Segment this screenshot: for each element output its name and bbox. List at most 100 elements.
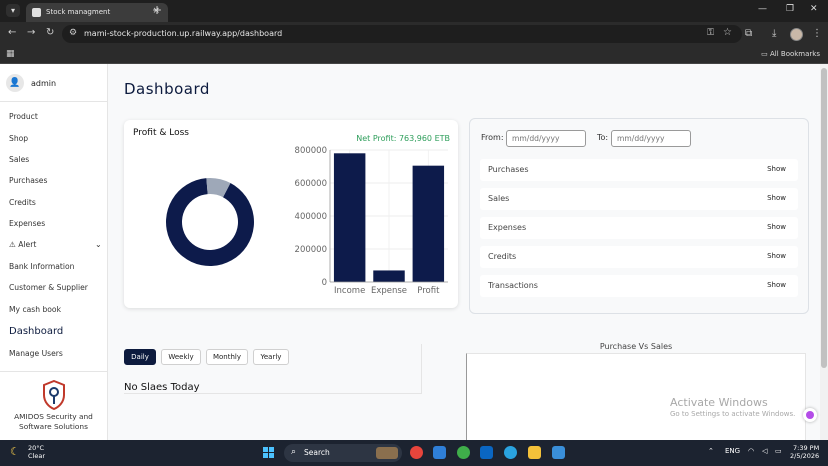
y-tick-label: 800000: [295, 146, 327, 156]
profile-avatar[interactable]: [790, 28, 803, 41]
page-scrollbar[interactable]: [820, 64, 828, 440]
period-monthly-button[interactable]: Monthly: [206, 349, 248, 365]
photos-icon[interactable]: [552, 446, 565, 459]
profit-loss-donut-chart: [166, 178, 254, 266]
y-tick-label: 400000: [295, 212, 327, 222]
sidebar-item-purchases[interactable]: Purchases: [9, 176, 47, 185]
sidebar-item-shop[interactable]: Shop: [9, 134, 28, 143]
window-close-icon[interactable]: ✕: [810, 4, 818, 14]
scrollbar-thumb[interactable]: [821, 68, 827, 368]
from-date-input[interactable]: [506, 130, 586, 147]
report-row-label: Transactions: [488, 281, 538, 290]
sidebar-item-dashboard[interactable]: Dashboard: [9, 326, 63, 337]
show-purchases-button[interactable]: Show: [767, 165, 786, 173]
x-tick-label: Expense: [371, 286, 407, 296]
sidebar-item-alert[interactable]: ⚠ Alert: [9, 240, 36, 249]
search-icon: ⌕: [291, 447, 297, 457]
reload-icon[interactable]: ↻: [46, 27, 54, 38]
new-tab-icon[interactable]: +: [152, 3, 162, 17]
show-transactions-button[interactable]: Show: [767, 281, 786, 289]
show-sales-button[interactable]: Show: [767, 194, 786, 202]
bar-income: [333, 153, 366, 282]
forward-icon[interactable]: →: [27, 27, 35, 38]
period-daily-button[interactable]: Daily: [124, 349, 156, 365]
bar-profit: [412, 165, 445, 282]
all-bookmarks-label: All Bookmarks: [769, 50, 820, 58]
moon-icon: ☾: [10, 445, 20, 458]
sidebar-item-sales[interactable]: Sales: [9, 155, 29, 164]
sidebar-item-product[interactable]: Product: [9, 112, 38, 121]
browser-tab[interactable]: Stock managment ×: [26, 3, 168, 22]
extensions-icon[interactable]: ⧉: [745, 28, 752, 39]
company-logo-icon: [43, 380, 65, 410]
password-key-icon[interactable]: ⚿: [707, 28, 714, 38]
apps-grid-icon[interactable]: ▦: [6, 49, 15, 59]
volume-icon[interactable]: ◁: [762, 447, 767, 455]
taskbar-search-label: Search: [304, 448, 330, 457]
sidebar-item-expenses[interactable]: Expenses: [9, 219, 45, 228]
sidebar-divider: [0, 101, 107, 102]
alert-icon: ⚠: [9, 240, 16, 249]
period-weekly-button[interactable]: Weekly: [161, 349, 201, 365]
sidebar-item-credits[interactable]: Credits: [9, 198, 36, 207]
all-bookmarks[interactable]: ▭ All Bookmarks: [761, 50, 820, 58]
url-field[interactable]: ⚙ mami-stock-production.up.railway.app/d…: [62, 25, 742, 43]
site-info-icon[interactable]: ⚙: [69, 28, 77, 38]
back-icon[interactable]: ←: [8, 27, 16, 38]
telegram-icon[interactable]: [504, 446, 517, 459]
node-icon[interactable]: [457, 446, 470, 459]
battery-icon[interactable]: ▭: [775, 447, 782, 455]
user-icon: 👤: [6, 74, 24, 92]
sales-period-panel: Daily Weekly Monthly Yearly No Slaes Tod…: [124, 344, 422, 394]
minimize-icon[interactable]: —: [758, 4, 767, 14]
tray-chevron-icon[interactable]: ⌃: [708, 447, 714, 455]
taskbar-search[interactable]: ⌕ Search: [284, 444, 402, 462]
linkedin-icon[interactable]: [480, 446, 493, 459]
taskbar-clock[interactable]: 7:39 PM 2/5/2026: [790, 444, 819, 460]
net-profit: Net Profit: 763,960 ETB: [356, 134, 450, 143]
menu-icon[interactable]: ⋮: [812, 28, 822, 39]
sidebar-item-manage-users[interactable]: Manage Users: [9, 349, 63, 358]
show-credits-button[interactable]: Show: [767, 252, 786, 260]
language-indicator[interactable]: ENG: [725, 447, 740, 455]
clock-date: 2/5/2026: [790, 452, 820, 460]
activate-windows-title: Activate Windows: [670, 396, 768, 409]
chevron-down-icon[interactable]: ⌄: [95, 240, 102, 249]
browser-tab-bar: ▾ Stock managment × + — ❐ ✕: [0, 0, 828, 22]
weather-temp: 20°C: [28, 444, 45, 452]
copilot-dot: [806, 411, 814, 419]
report-row-sales: Sales Show: [480, 188, 798, 210]
purchase-vs-sales-title: Purchase Vs Sales: [599, 342, 673, 351]
vscode-icon[interactable]: [433, 446, 446, 459]
report-row-label: Purchases: [488, 165, 529, 174]
bar-expense: [373, 270, 405, 282]
sidebar-item-customer-supplier[interactable]: Customer & Supplier: [9, 283, 88, 292]
report-row-purchases: Purchases Show: [480, 159, 798, 181]
company-name: AMIDOS Security and Software Solutions: [14, 412, 93, 431]
sidebar: 👤 admin Product Shop Sales Purchases Cre…: [0, 64, 108, 440]
restore-icon[interactable]: ❐: [786, 4, 794, 14]
windows-start-icon[interactable]: [263, 447, 275, 459]
weather-condition: Clear: [28, 452, 45, 460]
copilot-icon[interactable]: [803, 408, 817, 422]
clock-time: 7:39 PM: [793, 444, 820, 452]
weather-widget[interactable]: 20°C Clear: [28, 444, 45, 460]
tab-search-icon[interactable]: ▾: [6, 4, 20, 17]
profit-loss-card: Profit & Loss Net Profit: 763,960 ETB 0 2…: [124, 120, 458, 308]
show-expenses-button[interactable]: Show: [767, 223, 786, 231]
profit-loss-title: Profit & Loss: [133, 128, 189, 138]
report-row-label: Expenses: [488, 223, 527, 232]
period-yearly-button[interactable]: Yearly: [253, 349, 289, 365]
bookmark-star-icon[interactable]: ☆: [723, 27, 732, 38]
chrome-icon[interactable]: [410, 446, 423, 459]
to-date-input[interactable]: [611, 130, 691, 147]
file-explorer-icon[interactable]: [528, 446, 541, 459]
wifi-icon[interactable]: ◠: [748, 447, 754, 455]
sidebar-item-bank-information[interactable]: Bank Information: [9, 262, 74, 271]
report-row-credits: Credits Show: [480, 246, 798, 268]
sidebar-item-my-cash-book[interactable]: My cash book: [9, 305, 61, 314]
bookmarks-bar: ▦ ▭ All Bookmarks: [0, 46, 828, 64]
download-icon[interactable]: ⤓: [772, 28, 776, 39]
url-text: mami-stock-production.up.railway.app/das…: [84, 29, 283, 38]
report-row-transactions: Transactions Show: [480, 275, 798, 297]
